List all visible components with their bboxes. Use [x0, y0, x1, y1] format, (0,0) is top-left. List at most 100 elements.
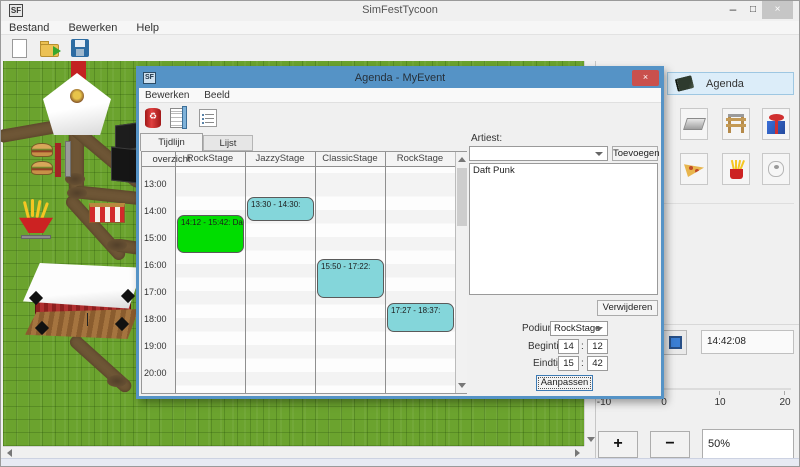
build-stage-floor-button[interactable]	[680, 108, 708, 140]
hour-label: 20:00	[144, 368, 167, 378]
tent-building[interactable]	[43, 73, 111, 135]
scroll-left-icon[interactable]	[7, 449, 12, 457]
end-minute-field[interactable]	[587, 356, 608, 371]
slider-tick-label: 20	[773, 397, 797, 408]
tab-tijdlijn-overzicht[interactable]: Tijdlijn overzicht	[140, 133, 203, 151]
hour-label: 13:00	[144, 179, 167, 189]
menu-bestand[interactable]: Bestand	[1, 21, 57, 35]
dialog-titlebar[interactable]: SF Agenda - MyEvent ×	[139, 69, 661, 88]
artist-list-item[interactable]: Daft Punk	[473, 165, 654, 176]
hour-label: 14:00	[144, 206, 167, 216]
artist-label: Artiest:	[471, 133, 502, 144]
gift-icon	[763, 111, 789, 137]
schedule-scrollbar[interactable]	[455, 152, 467, 393]
agenda-button[interactable]: Agenda	[667, 72, 794, 95]
open-file-button[interactable]	[39, 38, 61, 59]
map-horizontal-scrollbar[interactable]	[3, 446, 584, 458]
dialog-close-button[interactable]: ×	[632, 70, 659, 86]
schedule-grid: RockStage JazzyStage ClassicStage RockSt…	[141, 151, 467, 394]
scroll-right-icon[interactable]	[575, 449, 580, 457]
fries-icon	[723, 156, 749, 182]
agenda-label: Agenda	[706, 78, 744, 90]
schedule-event[interactable]: 13:30 - 14:30:	[247, 197, 314, 221]
stage-floor-icon	[683, 118, 706, 130]
dialog-menu-beeld[interactable]: Beeld	[198, 88, 236, 103]
time-colon: :	[581, 358, 584, 369]
scroll-up-icon[interactable]	[458, 157, 466, 162]
end-hour-field[interactable]	[558, 356, 579, 371]
pizza-icon	[684, 160, 704, 177]
scroll-down-icon[interactable]	[587, 437, 595, 442]
dialog-menubar: Bewerken Beeld	[139, 88, 661, 103]
hour-label: 17:00	[144, 287, 167, 297]
build-torii-gate-button[interactable]	[722, 108, 750, 140]
sidebar-separator	[664, 203, 794, 204]
schedule-event[interactable]: 14:12 - 15:42: Daft Punk	[177, 215, 244, 253]
toilet-paper-icon	[763, 156, 789, 182]
artist-combobox[interactable]	[469, 146, 608, 161]
scroll-down-icon[interactable]	[458, 383, 466, 388]
build-toilet-button[interactable]	[762, 153, 790, 185]
agenda-dialog: SF Agenda - MyEvent × Bewerken Beeld ♻ T…	[136, 66, 664, 399]
map-path-junction	[107, 375, 127, 387]
main-titlebar: SF SimFestTycoon – □ ×	[1, 1, 799, 21]
podium-combobox[interactable]: RockStage	[550, 321, 608, 336]
schedule-event[interactable]: 15:50 - 17:22:	[317, 259, 384, 298]
build-pizza-stand-button[interactable]	[680, 153, 708, 185]
new-file-button[interactable]	[9, 38, 31, 59]
fries-stand-building[interactable]	[17, 201, 57, 241]
burger-icon	[31, 161, 53, 175]
map-path-junction	[67, 187, 87, 199]
build-gift-shop-button[interactable]	[762, 108, 790, 140]
dialog-menu-bewerken[interactable]: Bewerken	[139, 88, 195, 103]
apply-button[interactable]: Aanpassen	[536, 375, 593, 391]
hour-label: 15:00	[144, 233, 167, 243]
minimize-button[interactable]: –	[725, 2, 741, 18]
mic-stand-icon	[87, 313, 88, 326]
main-stage-building[interactable]	[23, 263, 143, 349]
timeline-view-button[interactable]	[169, 106, 191, 130]
tab-lijst-overzicht[interactable]: Lijst overzicht	[203, 135, 253, 151]
zoom-level-display: 50%	[702, 429, 794, 459]
time-colon: :	[581, 341, 584, 352]
list-view-button[interactable]	[198, 106, 220, 130]
schedule-event[interactable]: 17:27 - 18:37:	[387, 303, 454, 332]
scrollbar-thumb[interactable]	[457, 168, 467, 226]
app-title: SimFestTycoon	[1, 4, 799, 16]
delete-event-button[interactable]: ♻	[142, 106, 164, 130]
statusbar	[1, 458, 799, 467]
main-menubar: Bestand Bewerken Help	[1, 21, 799, 35]
menu-help[interactable]: Help	[128, 21, 167, 35]
close-button[interactable]: ×	[762, 1, 793, 19]
open-arrow-icon	[53, 46, 61, 56]
slider-tick-label: 10	[708, 397, 732, 408]
save-button[interactable]	[69, 38, 91, 59]
schedule-hour-gutter: 13:0014:0015:0016:0017:0018:0019:0020:00	[142, 167, 175, 393]
clock-display: 14:42:08	[701, 330, 794, 354]
remove-artist-button[interactable]: Verwijderen	[597, 300, 658, 316]
agenda-book-icon	[675, 75, 695, 92]
column-header: ClassicStage	[315, 153, 385, 164]
hour-label: 18:00	[144, 314, 167, 324]
column-header: RockStage	[385, 153, 455, 164]
main-toolbar	[1, 36, 799, 61]
maximize-button[interactable]: □	[745, 2, 761, 18]
torii-gate-icon	[724, 111, 748, 135]
tent-logo-icon	[70, 89, 84, 103]
artist-listbox[interactable]: Daft Punk	[469, 163, 658, 295]
clock-blue-icon	[669, 336, 682, 349]
zoom-out-button[interactable]: −	[650, 431, 690, 458]
hour-label: 19:00	[144, 341, 167, 351]
popcorn-stand-building[interactable]	[89, 203, 125, 223]
menu-bewerken[interactable]: Bewerken	[60, 21, 125, 35]
start-hour-field[interactable]	[558, 339, 579, 354]
new-file-icon	[12, 39, 27, 58]
burger-stand-building[interactable]	[31, 139, 77, 181]
column-header: JazzyStage	[245, 153, 315, 164]
map-path-junction	[107, 239, 127, 251]
build-fries-stand-button[interactable]	[722, 153, 750, 185]
start-minute-field[interactable]	[587, 339, 608, 354]
zoom-in-button[interactable]: +	[598, 431, 638, 458]
chevron-down-icon	[595, 327, 603, 331]
add-artist-button[interactable]: Toevoegen	[612, 146, 658, 161]
